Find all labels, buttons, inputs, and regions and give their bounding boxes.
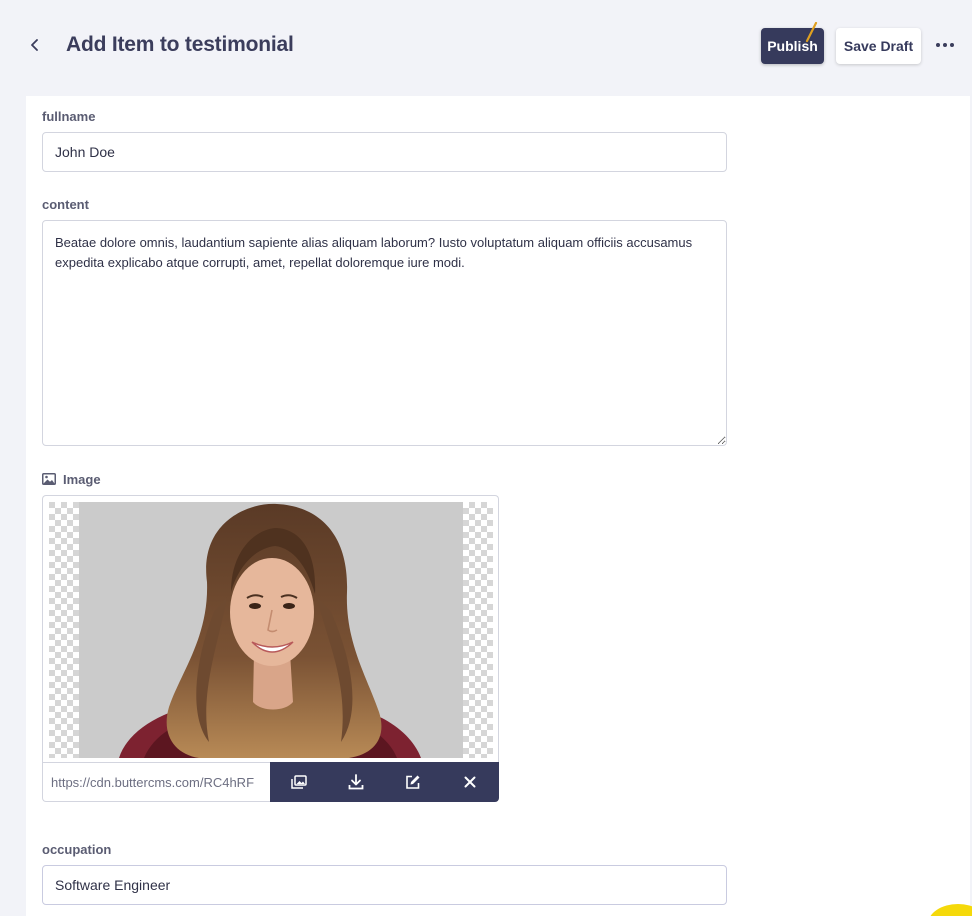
more-options-button[interactable] bbox=[932, 34, 958, 56]
image-preview-frame bbox=[42, 495, 499, 763]
media-library-icon bbox=[290, 775, 307, 789]
edit-image-button[interactable] bbox=[384, 762, 441, 802]
page-title: Add Item to testimonial bbox=[66, 33, 294, 56]
content-textarea[interactable] bbox=[42, 220, 727, 446]
fullname-label: fullname bbox=[42, 109, 96, 124]
image-url-input[interactable] bbox=[42, 762, 270, 802]
top-bar: Add Item to testimonial Publish Save Dra… bbox=[0, 0, 972, 96]
image-label: Image bbox=[63, 471, 101, 487]
image-icon bbox=[42, 473, 56, 485]
edit-icon bbox=[405, 775, 419, 789]
remove-image-button[interactable] bbox=[441, 762, 498, 802]
publish-button[interactable]: Publish bbox=[761, 28, 824, 64]
download-button[interactable] bbox=[327, 762, 384, 802]
chevron-left-icon bbox=[31, 39, 38, 51]
occupation-label: occupation bbox=[42, 842, 112, 857]
save-draft-button[interactable]: Save Draft bbox=[836, 28, 921, 64]
back-button[interactable] bbox=[24, 34, 46, 56]
occupation-input[interactable] bbox=[42, 865, 727, 905]
image-field-label: Image bbox=[42, 470, 101, 488]
more-horizontal-icon bbox=[936, 43, 940, 47]
download-icon bbox=[348, 774, 363, 790]
fullname-input[interactable] bbox=[42, 132, 727, 172]
close-icon bbox=[464, 776, 475, 788]
image-toolbar bbox=[270, 762, 499, 802]
content-label: content bbox=[42, 197, 89, 212]
media-library-button[interactable] bbox=[270, 762, 327, 802]
image-preview bbox=[49, 502, 493, 758]
